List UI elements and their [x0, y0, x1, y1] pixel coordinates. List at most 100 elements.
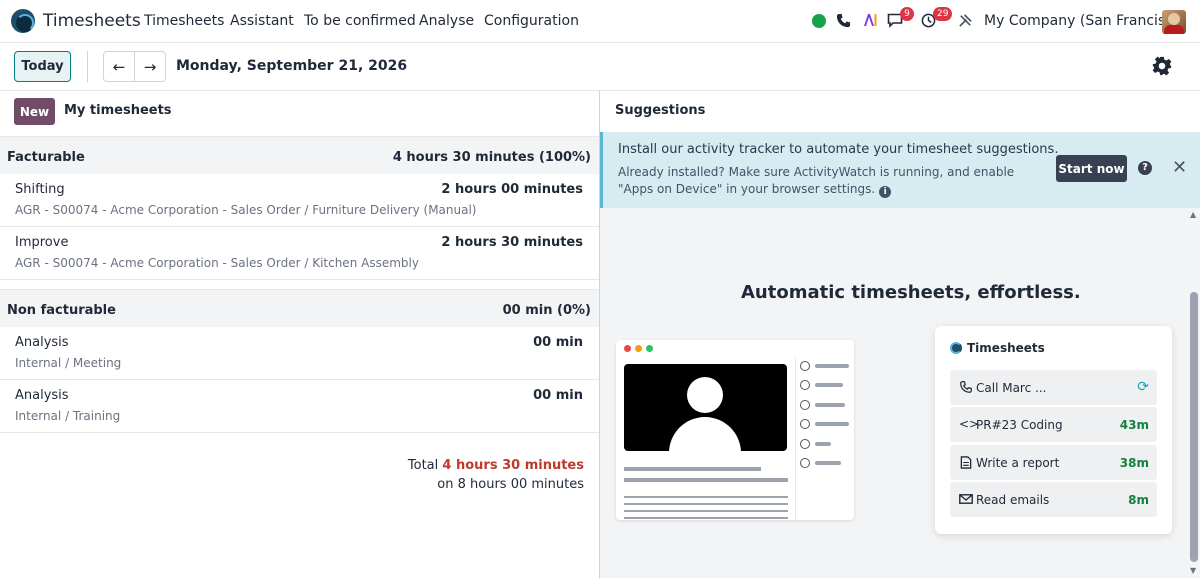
row-title: Analysis — [15, 388, 69, 403]
participants-divider — [795, 357, 796, 520]
menu-to-be-confirmed[interactable]: To be confirmed — [304, 13, 416, 29]
suggestion-duration: 38m — [1119, 456, 1149, 470]
section-facturable: Facturable 4 hours 30 minutes (100%) — [0, 136, 599, 175]
section-name: Facturable — [7, 150, 85, 165]
row-subtitle: Internal / Training — [15, 409, 121, 423]
company-switcher[interactable]: My Company (San Francisco) — [984, 13, 1187, 29]
row-duration[interactable]: 2 hours 00 minutes — [441, 182, 583, 197]
row-subtitle: AGR - S00074 - Acme Corporation - Sales … — [15, 256, 419, 270]
new-button[interactable]: New — [14, 98, 55, 125]
timesheets-logo-icon[interactable] — [11, 9, 35, 33]
suggestion-item[interactable]: Write a report 38m — [950, 445, 1157, 480]
participant-placeholder — [800, 439, 854, 449]
timesheets-logo-icon — [950, 342, 962, 354]
text-placeholder — [624, 496, 788, 498]
text-placeholder — [624, 478, 788, 482]
suggestion-label: Write a report — [976, 456, 1060, 470]
start-now-button[interactable]: Start now — [1056, 155, 1127, 182]
app-title[interactable]: Timesheets — [43, 11, 141, 31]
timesheet-row[interactable]: Analysis Internal / Meeting 00 min — [0, 327, 599, 380]
window-minimize-dot — [635, 345, 642, 352]
section-name: Non facturable — [7, 303, 116, 318]
menu-assistant[interactable]: Assistant — [230, 13, 294, 29]
menu-timesheets[interactable]: Timesheets — [144, 13, 224, 29]
tools-icon[interactable] — [958, 13, 973, 28]
row-title: Improve — [15, 235, 69, 250]
info-icon[interactable]: i — [879, 186, 892, 198]
timesheet-row[interactable]: Shifting AGR - S00074 - Acme Corporation… — [0, 174, 599, 227]
video-call-illustration — [624, 364, 787, 451]
help-icon[interactable]: ? — [1138, 161, 1152, 175]
promo-title: Automatic timesheets, effortless. — [741, 282, 1081, 303]
user-avatar[interactable] — [1162, 10, 1186, 34]
previous-day-button[interactable]: ← — [103, 51, 135, 82]
banner-text-content: Already installed? Make sure ActivityWat… — [618, 165, 1015, 196]
row-duration[interactable]: 2 hours 30 minutes — [441, 235, 583, 250]
participant-placeholder — [800, 419, 854, 429]
messages-badge: 9 — [900, 7, 914, 21]
section-non-facturable: Non facturable 00 min (0%) — [0, 289, 599, 328]
timesheet-row[interactable]: Improve AGR - S00074 - Acme Corporation … — [0, 227, 599, 280]
phone-icon — [960, 381, 972, 393]
row-duration[interactable]: 00 min — [533, 388, 583, 403]
header-divider — [0, 90, 1200, 91]
suggestions-title: Suggestions — [615, 103, 706, 118]
text-placeholder — [624, 510, 788, 512]
scroll-up-icon[interactable]: ▲ — [1190, 210, 1196, 219]
participant-placeholder — [800, 361, 854, 371]
row-title: Shifting — [15, 182, 65, 197]
scrollbar-thumb[interactable] — [1190, 292, 1198, 562]
refresh-icon[interactable]: ⟳ — [1137, 379, 1149, 395]
timesheet-row[interactable]: Analysis Internal / Training 00 min — [0, 380, 599, 433]
menu-analyse[interactable]: Analyse — [419, 13, 474, 29]
total-target: on 8 hours 00 minutes — [437, 477, 584, 492]
browser-illustration — [616, 340, 854, 520]
banner-text: Already installed? Make sure ActivityWat… — [618, 164, 1048, 198]
today-button[interactable]: Today — [14, 51, 71, 82]
person-body — [669, 417, 741, 451]
total-label: Total — [407, 458, 439, 473]
text-placeholder — [624, 517, 788, 519]
section-amount: 4 hours 30 minutes (100%) — [392, 150, 591, 165]
row-duration[interactable]: 00 min — [533, 335, 583, 350]
timesheets-widget: Timesheets Call Marc ... ⟳ <> PR#23 Codi… — [935, 326, 1172, 534]
widget-title: Timesheets — [967, 341, 1045, 355]
menu-configuration[interactable]: Configuration — [484, 13, 579, 29]
total-summary: Total 4 hours 30 minutes — [408, 458, 584, 473]
gear-icon[interactable] — [1151, 55, 1173, 77]
top-navbar: Timesheets Timesheets Assistant To be co… — [0, 0, 1200, 43]
ai-icon[interactable] — [862, 12, 878, 28]
toolbar-divider — [87, 51, 88, 82]
window-close-dot — [624, 345, 631, 352]
suggestion-label: PR#23 Coding — [976, 418, 1063, 432]
phone-icon[interactable] — [836, 13, 851, 28]
row-subtitle: Internal / Meeting — [15, 356, 122, 370]
scroll-down-icon[interactable]: ▼ — [1190, 566, 1196, 575]
participant-placeholder — [800, 458, 854, 468]
presence-status-icon[interactable] — [812, 14, 826, 28]
document-icon — [960, 456, 972, 469]
participant-placeholder — [800, 400, 854, 410]
section-amount: 00 min (0%) — [502, 303, 591, 318]
text-placeholder — [624, 503, 788, 505]
total-hours: 4 hours 30 minutes — [442, 458, 584, 473]
envelope-icon — [959, 494, 973, 504]
next-day-button[interactable]: → — [134, 51, 166, 82]
close-icon[interactable]: ✕ — [1172, 157, 1187, 178]
suggestion-label: Read emails — [976, 493, 1050, 507]
text-placeholder — [624, 467, 761, 471]
banner-title: Install our activity tracker to automate… — [618, 142, 1059, 157]
suggestion-item[interactable]: Read emails 8m — [950, 482, 1157, 517]
suggestion-duration: 8m — [1128, 493, 1149, 507]
window-maximize-dot — [646, 345, 653, 352]
my-timesheets-title: My timesheets — [64, 103, 172, 118]
person-head — [687, 377, 723, 413]
suggestion-label: Call Marc ... — [976, 381, 1047, 395]
suggestion-item[interactable]: Call Marc ... ⟳ — [950, 370, 1157, 405]
activities-badge: 29 — [933, 7, 953, 21]
participant-placeholder — [800, 380, 854, 390]
row-title: Analysis — [15, 335, 69, 350]
suggestion-duration: 43m — [1119, 418, 1149, 432]
row-subtitle: AGR - S00074 - Acme Corporation - Sales … — [15, 203, 477, 217]
suggestion-item[interactable]: <> PR#23 Coding 43m — [950, 407, 1157, 442]
